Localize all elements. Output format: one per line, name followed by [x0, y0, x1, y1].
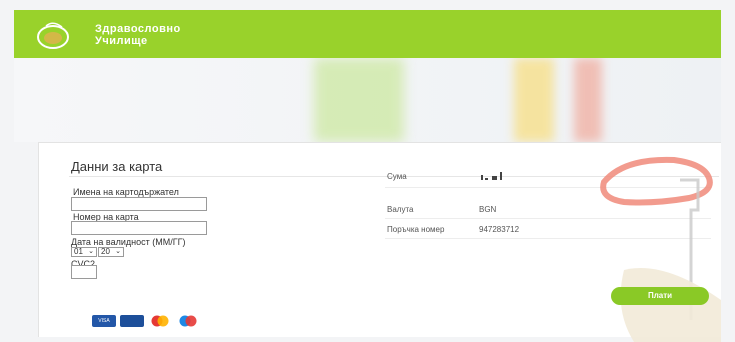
cardholder-input[interactable] — [71, 197, 207, 211]
mastercard-logo-icon — [148, 315, 172, 327]
expiry-year-select[interactable]: 20 ⌄ — [98, 247, 124, 257]
visa-electron-logo-icon — [120, 315, 144, 327]
brand-line-2: Училище — [95, 35, 148, 47]
brand-line-1: Здравословно — [95, 23, 181, 35]
hero-banner — [14, 58, 721, 142]
currency-value: BGN — [479, 205, 497, 214]
currency-label: Валута — [387, 205, 414, 214]
fork-pepper-decoration — [600, 156, 721, 342]
expiry-month-value: 01 — [74, 247, 83, 256]
chevron-down-icon: ⌄ — [88, 248, 94, 255]
hero-decoration — [514, 58, 554, 142]
order-label: Поръчка номер — [387, 225, 445, 234]
expiry-month-select[interactable]: 01 ⌄ — [71, 247, 97, 257]
logo-icon — [37, 22, 69, 49]
card-brand-logos: VISA — [92, 315, 212, 327]
card-number-input[interactable] — [71, 221, 207, 235]
cvc-input[interactable] — [71, 265, 97, 279]
order-value: 947283712 — [479, 225, 520, 234]
maestro-logo-icon — [176, 315, 200, 327]
expiry-label: Дата на валидност (ММ/ГГ) — [71, 237, 186, 247]
hero-decoration — [574, 58, 602, 142]
hero-decoration — [314, 58, 404, 142]
visa-logo-icon: VISA — [92, 315, 116, 327]
card-title: Данни за карта — [71, 159, 163, 174]
amount-value — [479, 171, 509, 183]
amount-redacted-icon — [481, 172, 502, 180]
pay-button[interactable]: Плати — [611, 287, 709, 305]
brand-name: Здравословно Училище — [95, 23, 181, 47]
top-bar: Здравословно Училище — [14, 10, 721, 58]
chevron-down-icon: ⌄ — [115, 248, 121, 255]
expiry-year-value: 20 — [101, 247, 110, 256]
cardholder-label: Имена на картодържател — [73, 187, 179, 197]
amount-label: Сума — [387, 172, 407, 181]
